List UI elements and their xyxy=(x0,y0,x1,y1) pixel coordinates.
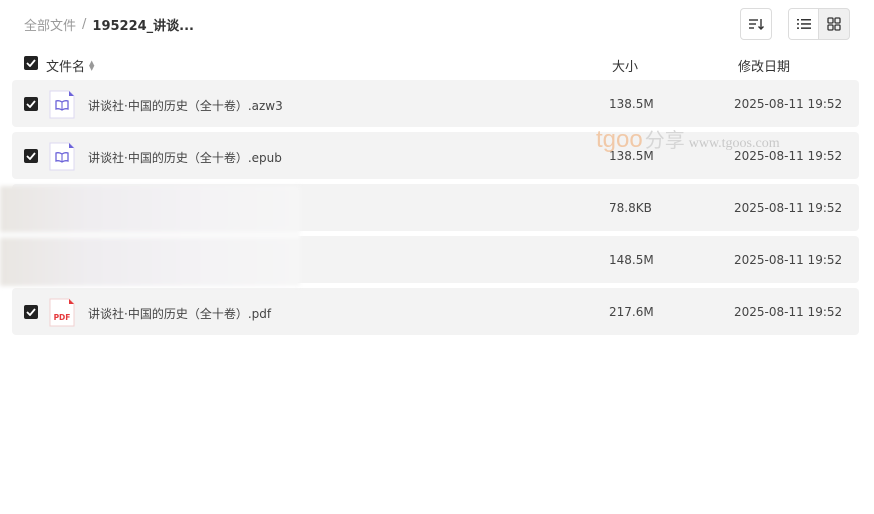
file-size: 148.5M xyxy=(609,253,654,267)
row-checkbox[interactable] xyxy=(24,305,38,319)
top-bar: 全部文件 / 195224_讲谈... xyxy=(0,0,874,48)
file-date: 2025-08-11 19:52 xyxy=(734,253,843,267)
column-header-date[interactable]: 修改日期 xyxy=(738,56,790,75)
breadcrumb-current: 195224_讲谈... xyxy=(92,19,194,34)
file-date: 2025-08-11 19:52 xyxy=(734,149,843,163)
file-row[interactable]: 148.5M 2025-08-11 19:52 xyxy=(12,236,859,283)
row-checkbox[interactable] xyxy=(24,97,38,111)
file-row[interactable]: 讲谈社·中国的历史（全十卷）.epub 138.5M 2025-08-11 19… xyxy=(12,132,859,179)
list-view-icon xyxy=(796,19,811,29)
file-date: 2025-08-11 19:52 xyxy=(734,97,843,111)
row-checkbox[interactable] xyxy=(24,149,38,163)
checkmark-icon xyxy=(26,59,36,67)
ebook-icon xyxy=(49,90,75,119)
sort-button[interactable] xyxy=(740,8,772,40)
breadcrumb: 全部文件 / 195224_讲谈... xyxy=(24,15,194,34)
grid-view-button[interactable] xyxy=(819,9,849,39)
svg-text:PDF: PDF xyxy=(54,313,71,322)
file-row[interactable]: 讲谈社·中国的历史（全十卷）.azw3 138.5M 2025-08-11 19… xyxy=(12,80,859,127)
checkmark-icon xyxy=(26,100,36,108)
pdf-icon: PDF xyxy=(49,298,75,327)
select-all-checkbox[interactable] xyxy=(24,56,38,70)
checkmark-icon xyxy=(26,308,36,316)
table-header: 文件名 ▲ ▼ 大小 修改日期 xyxy=(12,52,859,76)
file-date: 2025-08-11 19:52 xyxy=(734,201,843,215)
list-view-button[interactable] xyxy=(789,9,819,39)
file-size: 217.6M xyxy=(609,305,654,319)
file-row[interactable]: 78.8KB 2025-08-11 19:52 xyxy=(12,184,859,231)
file-size: 78.8KB xyxy=(609,201,652,215)
file-name: 讲谈社·中国的历史（全十卷）.pdf xyxy=(88,307,272,321)
file-list: 讲谈社·中国的历史（全十卷）.azw3 138.5M 2025-08-11 19… xyxy=(12,80,859,340)
file-name: 讲谈社·中国的历史（全十卷）.epub xyxy=(88,151,282,165)
sort-arrows-icon: ▲ ▼ xyxy=(89,58,95,72)
file-row[interactable]: PDF 讲谈社·中国的历史（全十卷）.pdf 217.6M 2025-08-11… xyxy=(12,288,859,335)
column-header-size[interactable]: 大小 xyxy=(612,56,638,75)
file-date: 2025-08-11 19:52 xyxy=(734,305,843,319)
breadcrumb-root[interactable]: 全部文件 xyxy=(24,15,76,34)
sort-descending-icon xyxy=(749,19,764,30)
checkmark-icon xyxy=(26,152,36,160)
view-toggle xyxy=(788,8,850,40)
column-name-label: 文件名 xyxy=(46,60,86,75)
ebook-icon xyxy=(49,142,75,171)
grid-view-icon xyxy=(827,17,841,31)
file-name: 讲谈社·中国的历史（全十卷）.azw3 xyxy=(88,99,283,113)
column-header-name[interactable]: 文件名 ▲ ▼ xyxy=(46,56,94,75)
file-size: 138.5M xyxy=(609,149,654,163)
file-size: 138.5M xyxy=(609,97,654,111)
breadcrumb-separator: / xyxy=(82,17,87,32)
